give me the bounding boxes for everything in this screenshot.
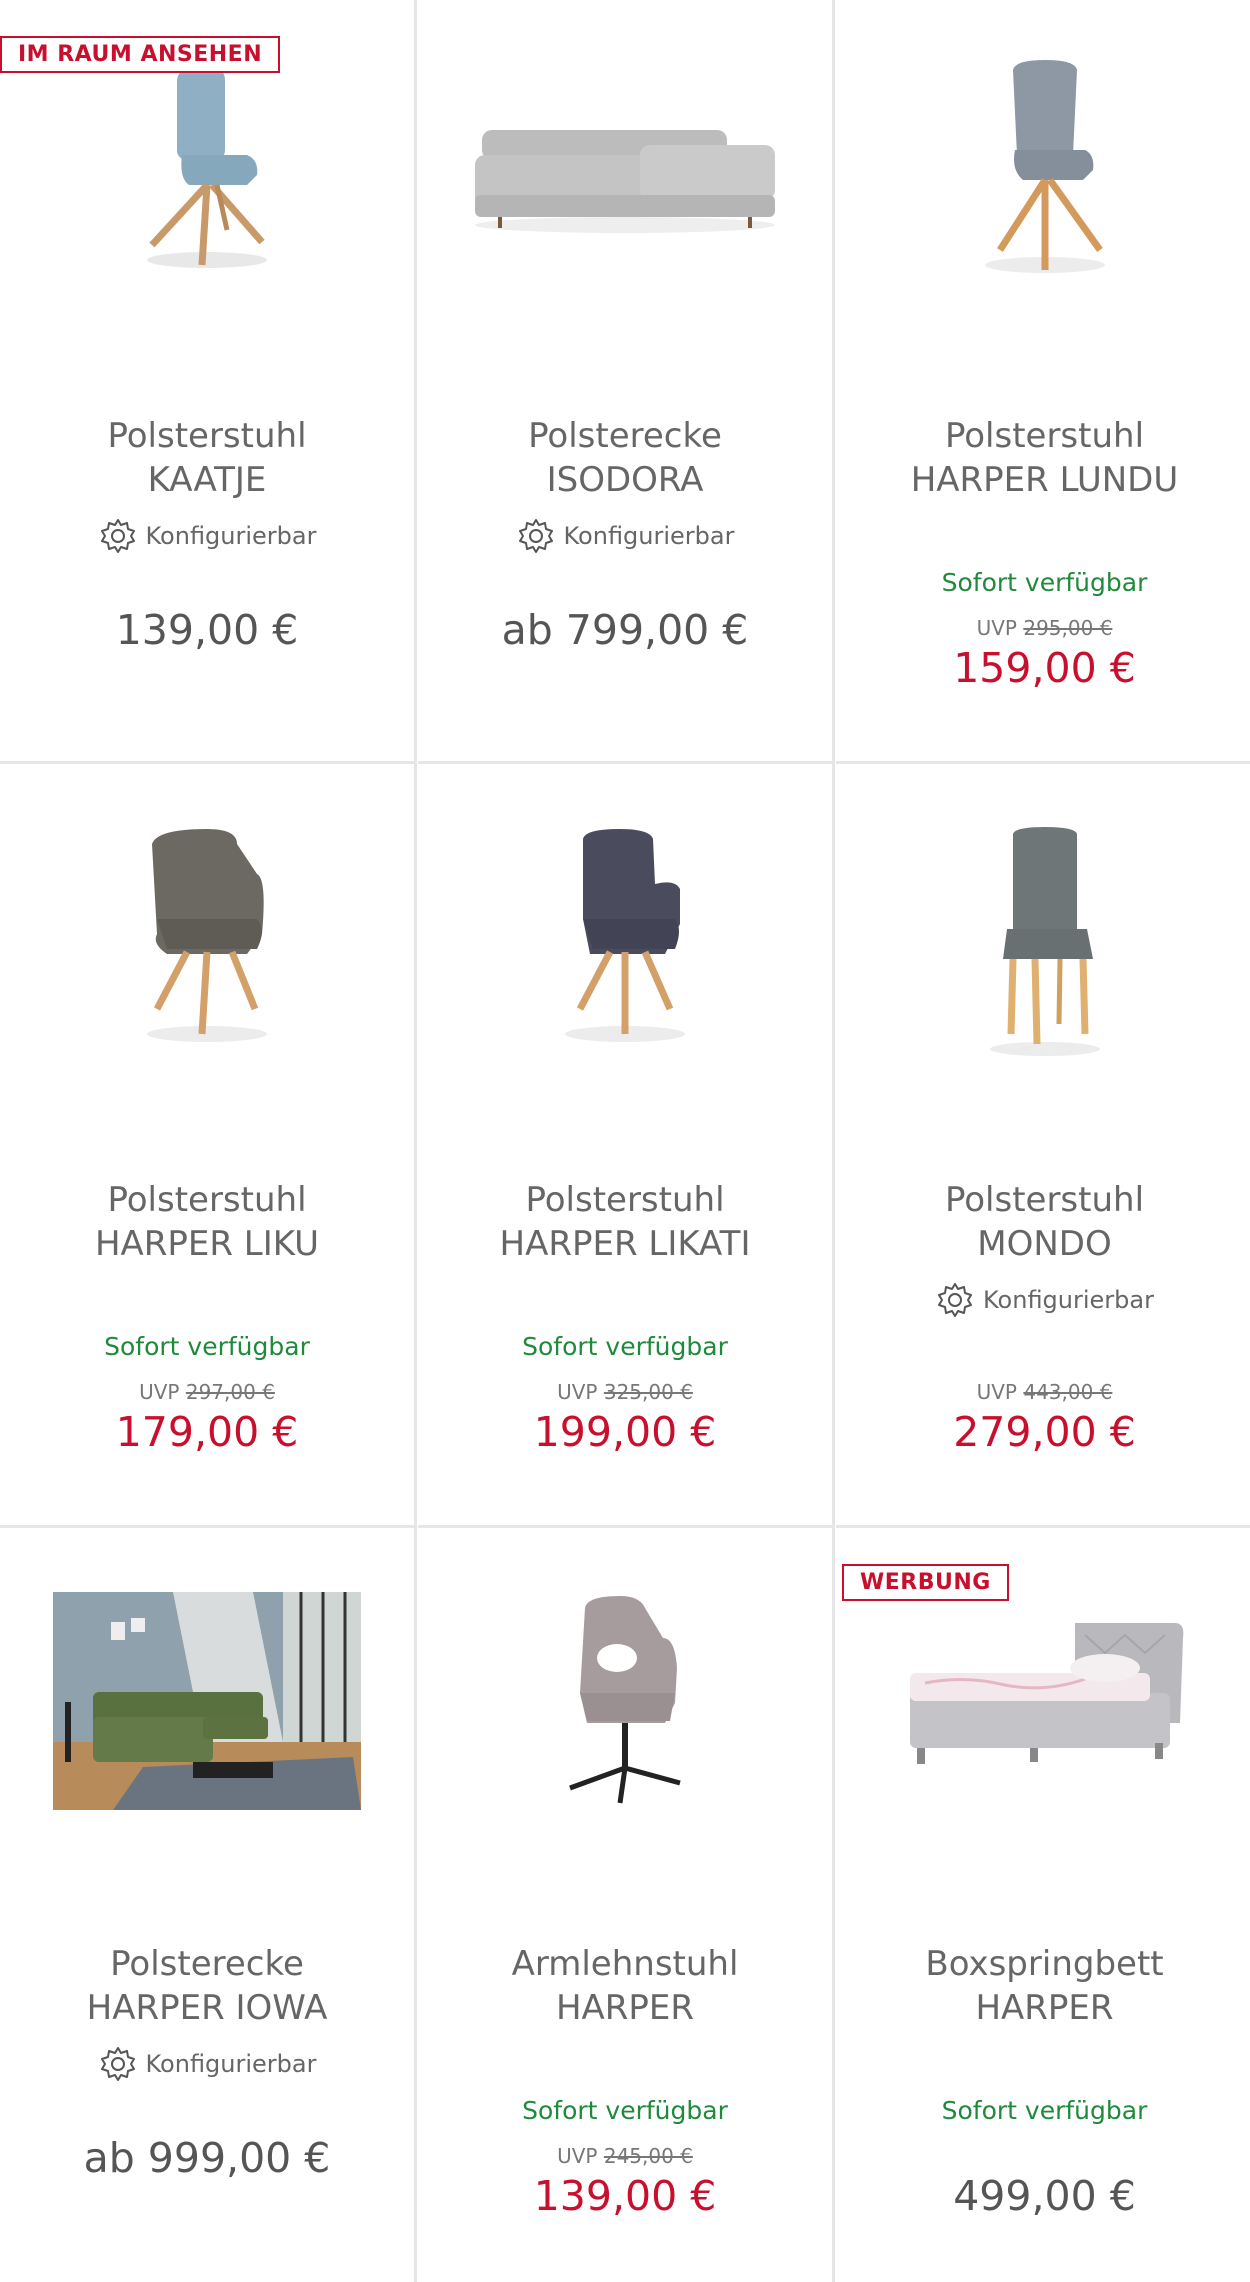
product-card-harper-liku[interactable]: Polsterstuhl HARPER LIKU Sofort verfügba…	[0, 764, 417, 1528]
uvp-prefix: UVP	[557, 2144, 598, 2168]
uvp-prefix: UVP	[976, 1380, 1017, 1404]
uvp-price: UVP 443,00 €	[836, 1380, 1250, 1404]
product-image[interactable]	[418, 0, 832, 360]
product-card-isodora[interactable]: Polsterecke ISODORA Konfigurierbar ab 79…	[418, 0, 835, 764]
product-title[interactable]: Polsterstuhl HARPER LUNDU	[836, 414, 1250, 502]
product-name-line1: Polsterstuhl	[107, 416, 307, 456]
product-name-line2: HARPER	[975, 1988, 1114, 2028]
product-image[interactable]	[418, 764, 832, 1124]
product-name-line2: HARPER IOWA	[86, 1988, 328, 2028]
dining-chair-grey-icon	[989, 827, 1100, 1056]
uvp-price: UVP 295,00 €	[836, 616, 1250, 640]
product-name-line2: HARPER LIKU	[94, 1224, 320, 1264]
uvp-value: 295,00 €	[1023, 616, 1113, 640]
configurable-tag: Konfigurierbar	[0, 516, 414, 556]
uvp-price: UVP 297,00 €	[0, 1380, 414, 1404]
product-title[interactable]: Boxspringbett HARPER	[836, 1942, 1250, 2030]
product-card-harper-armchair[interactable]: Armlehnstuhl HARPER Sofort verfügbar UVP…	[418, 1528, 835, 2282]
configurable-label: Konfigurierbar	[145, 2050, 317, 2078]
product-title[interactable]: Polsterstuhl MONDO	[836, 1178, 1250, 1266]
availability-label: Sofort verfügbar	[522, 2096, 728, 2125]
product-name-line2: HARPER LUNDU	[910, 460, 1179, 500]
gear-icon	[100, 519, 135, 553]
bed-grey-icon	[909, 1623, 1183, 1764]
price: ab 999,00 €	[83, 2134, 331, 2182]
configurable-label: Konfigurierbar	[145, 522, 317, 550]
configurable-label: Konfigurierbar	[983, 1286, 1154, 1314]
configurable-tag: Konfigurierbar	[418, 516, 832, 556]
configurable-tag: Konfigurierbar	[0, 2044, 414, 2084]
configurable-label: Konfigurierbar	[563, 522, 735, 550]
price: 139,00 €	[115, 606, 299, 654]
uvp-price: UVP 245,00 €	[418, 2144, 832, 2168]
armchair-navy-icon	[565, 829, 685, 1042]
product-image[interactable]	[418, 1528, 832, 1888]
product-image[interactable]	[836, 764, 1250, 1124]
product-card-harper-likati[interactable]: Polsterstuhl HARPER LIKATI Sofort verfüg…	[418, 764, 835, 1528]
product-title[interactable]: Armlehnstuhl HARPER	[418, 1942, 832, 2030]
configurable-tag: Konfigurierbar	[836, 1280, 1250, 1320]
availability-label: Sofort verfügbar	[941, 2096, 1148, 2125]
product-card-kaatje[interactable]: IM RAUM ANSEHEN Polsterstuhl KAATJE Konf…	[0, 0, 417, 764]
uvp-price: UVP 325,00 €	[418, 1380, 832, 1404]
product-card-mondo[interactable]: Polsterstuhl MONDO Konfigurierbar UVP 44…	[836, 764, 1250, 1528]
product-image[interactable]	[0, 764, 414, 1124]
sale-price: 279,00 €	[953, 1408, 1136, 1456]
availability-label: Sofort verfügbar	[104, 1332, 310, 1361]
product-name-line1: Polsterecke	[528, 416, 722, 456]
product-name-line1: Polsterstuhl	[944, 416, 1145, 456]
swivel-chair-taupe-icon	[569, 1596, 681, 1804]
uvp-value: 297,00 €	[185, 1380, 275, 1404]
product-image[interactable]	[0, 1528, 414, 1888]
product-card-harper-lundu[interactable]: Polsterstuhl HARPER LUNDU Sofort verfügb…	[836, 0, 1250, 764]
uvp-prefix: UVP	[976, 616, 1017, 640]
sale-price: 199,00 €	[533, 1408, 717, 1456]
product-name-line2: MONDO	[977, 1224, 1112, 1264]
availability-label: Sofort verfügbar	[941, 568, 1148, 597]
chair-blue-icon	[147, 65, 267, 268]
gear-icon	[100, 2047, 135, 2081]
uvp-value: 245,00 €	[603, 2144, 693, 2168]
sale-price: 139,00 €	[533, 2172, 717, 2220]
product-name-line1: Polsterecke	[110, 1944, 304, 1984]
product-title[interactable]: Polsterstuhl HARPER LIKATI	[418, 1178, 832, 1266]
product-card-boxspringbett-harper[interactable]: WERBUNG Boxspringbett HARPER Sofort verf…	[836, 1528, 1250, 2282]
product-title[interactable]: Polsterstuhl KAATJE	[0, 414, 414, 502]
sale-price: 159,00 €	[953, 644, 1136, 692]
product-card-harper-iowa[interactable]: Polsterecke HARPER IOWA Konfigurierbar a…	[0, 1528, 417, 2282]
availability-label: Sofort verfügbar	[522, 1332, 728, 1361]
product-name-line2: HARPER	[555, 1988, 695, 2028]
armchair-olive-icon	[147, 829, 267, 1042]
uvp-value: 325,00 €	[603, 1380, 693, 1404]
product-title[interactable]: Polsterecke HARPER IOWA	[0, 1942, 414, 2030]
product-name-line1: Polsterstuhl	[525, 1180, 725, 1220]
chair-grey-icon	[984, 60, 1105, 273]
price: ab 799,00 €	[501, 606, 749, 654]
gear-icon	[938, 1283, 972, 1317]
product-name-line2: ISODORA	[546, 460, 704, 500]
product-name-line2: HARPER LIKATI	[499, 1224, 751, 1264]
product-name-line1: Armlehnstuhl	[511, 1944, 739, 1984]
product-image[interactable]	[836, 0, 1250, 360]
product-name-line1: Polsterstuhl	[944, 1180, 1145, 1220]
gear-icon	[518, 519, 553, 553]
product-grid: IM RAUM ANSEHEN Polsterstuhl KAATJE Konf…	[0, 0, 1250, 2282]
uvp-value: 443,00 €	[1023, 1380, 1113, 1404]
product-name-line1: Polsterstuhl	[107, 1180, 307, 1220]
product-name-line1: Boxspringbett	[925, 1944, 1164, 1984]
product-title[interactable]: Polsterstuhl HARPER LIKU	[0, 1178, 414, 1266]
uvp-prefix: UVP	[139, 1380, 180, 1404]
price: 499,00 €	[953, 2172, 1136, 2220]
product-title[interactable]: Polsterecke ISODORA	[418, 414, 832, 502]
sale-price: 179,00 €	[115, 1408, 299, 1456]
advertising-badge: WERBUNG	[842, 1564, 1009, 1601]
uvp-prefix: UVP	[557, 1380, 598, 1404]
product-name-line2: KAATJE	[147, 460, 267, 500]
view-in-room-badge[interactable]: IM RAUM ANSEHEN	[0, 36, 281, 73]
sofa-green-room-photo	[53, 1592, 361, 1810]
sofa-grey-icon	[475, 130, 775, 233]
